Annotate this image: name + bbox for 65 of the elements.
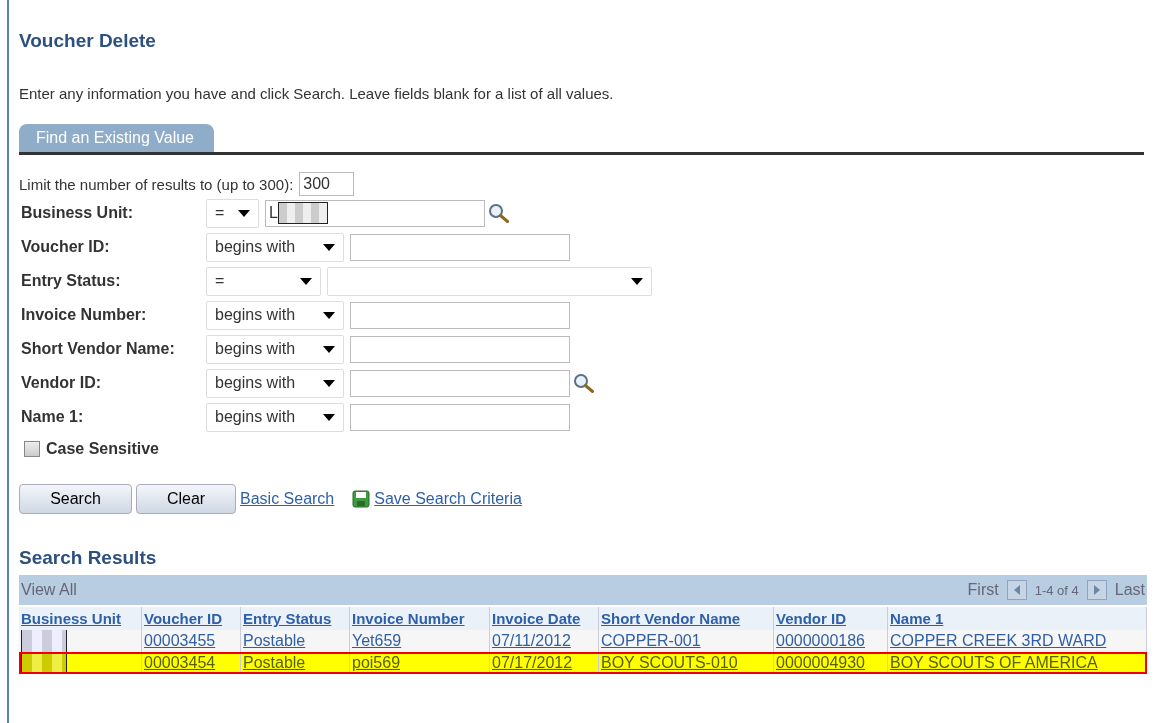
first-link[interactable]: First bbox=[967, 581, 999, 599]
result-row[interactable]: 00003455 Postable Yet659 07/11/2012 COPPER-001 0000000186 COPPER CREEK 3RD WARD bbox=[19, 630, 1147, 652]
table-cell-link[interactable]: 07/17/2012 bbox=[492, 654, 573, 671]
operator-dropdown[interactable]: begins with bbox=[206, 300, 344, 330]
table-cell-link[interactable]: COPPER-001 bbox=[601, 632, 701, 649]
table-cell-link[interactable]: 07/11/2012 bbox=[492, 632, 571, 649]
table-cell-link[interactable]: 00003454 bbox=[144, 654, 216, 671]
operator-dropdown[interactable]: begins with bbox=[206, 368, 344, 398]
operator-dropdown[interactable]: = bbox=[206, 266, 321, 296]
page-range: 1-4 of 4 bbox=[1034, 582, 1079, 598]
caret-icon bbox=[631, 277, 643, 285]
link[interactable]: Basic Search bbox=[240, 490, 335, 508]
checkbox[interactable] bbox=[24, 441, 40, 457]
value-field[interactable] bbox=[350, 301, 570, 329]
caret-icon bbox=[323, 311, 335, 319]
search-icon[interactable] bbox=[488, 203, 510, 223]
table-cell-link[interactable]: 0000000186 bbox=[776, 632, 865, 649]
section-heading: Search Results bbox=[19, 547, 158, 569]
field-label: Name 1: bbox=[20, 408, 85, 426]
caret-icon bbox=[323, 243, 335, 251]
field-label: Vendor ID: bbox=[20, 374, 102, 392]
highlighted-row[interactable]: 00003454 Postable poi569 07/17/2012 BOY SCOUTS-010 0000004930 BOY SCOUTS OF AMERICA bbox=[19, 652, 1147, 674]
caret-icon bbox=[300, 277, 312, 285]
next-icon[interactable] bbox=[1086, 580, 1107, 600]
save-icon bbox=[352, 490, 371, 508]
operator-dropdown[interactable]: begins with bbox=[206, 334, 344, 364]
operator-dropdown[interactable]: = bbox=[206, 198, 259, 228]
value-field[interactable]: L bbox=[265, 199, 485, 227]
field-label: Invoice Number: bbox=[20, 306, 148, 324]
field-label: Business Unit: bbox=[20, 204, 134, 222]
limit-field[interactable]: 300 bbox=[299, 172, 355, 196]
table-cell-link[interactable]: BOY SCOUTS OF AMERICA bbox=[890, 654, 1098, 671]
link[interactable]: Save Search Criteria bbox=[374, 490, 522, 508]
table-cell-link[interactable]: BOY SCOUTS-010 bbox=[601, 654, 738, 671]
table-cell-link[interactable]: 0000004930 bbox=[776, 654, 865, 671]
action-button[interactable]: Clear bbox=[136, 484, 236, 514]
caret-icon bbox=[323, 413, 335, 421]
table-cell-link[interactable]: Postable bbox=[243, 654, 306, 671]
page-title: Voucher Delete bbox=[19, 30, 157, 52]
limit-label: Limit the number of results to (up to 300): bbox=[19, 175, 294, 193]
field-label: Voucher ID: bbox=[20, 238, 111, 256]
last-link[interactable]: Last bbox=[1114, 581, 1145, 599]
value-dropdown[interactable] bbox=[327, 266, 652, 296]
table-cell-link[interactable]: Postable bbox=[243, 632, 306, 649]
table-cell-link[interactable]: poi569 bbox=[352, 654, 401, 671]
value-field[interactable] bbox=[350, 403, 570, 431]
caret-icon bbox=[323, 345, 335, 353]
table-cell-link[interactable]: 00003455 bbox=[144, 632, 216, 649]
instructions: Enter any information you have and click Search. Leave fields blank for a list of all values. bbox=[19, 85, 615, 102]
table-cell-link[interactable]: COPPER CREEK 3RD WARD bbox=[890, 632, 1107, 649]
caret-icon bbox=[323, 379, 335, 387]
search-icon[interactable] bbox=[573, 373, 595, 393]
view-all-link[interactable]: View All bbox=[21, 581, 77, 599]
previous-icon[interactable] bbox=[1006, 580, 1027, 600]
value-field[interactable] bbox=[350, 233, 570, 261]
caret-icon bbox=[238, 209, 250, 217]
checkbox-label: Case Sensitive bbox=[46, 440, 159, 458]
field-label: Short Vendor Name: bbox=[20, 340, 176, 358]
value-field[interactable] bbox=[350, 335, 570, 363]
table-cell-link[interactable]: Yet659 bbox=[352, 632, 402, 649]
operator-dropdown[interactable]: begins with bbox=[206, 232, 344, 262]
action-button[interactable]: Search bbox=[19, 484, 132, 514]
operator-dropdown[interactable]: begins with bbox=[206, 402, 344, 432]
field-label: Entry Status: bbox=[20, 272, 122, 290]
value-field[interactable] bbox=[350, 369, 570, 397]
